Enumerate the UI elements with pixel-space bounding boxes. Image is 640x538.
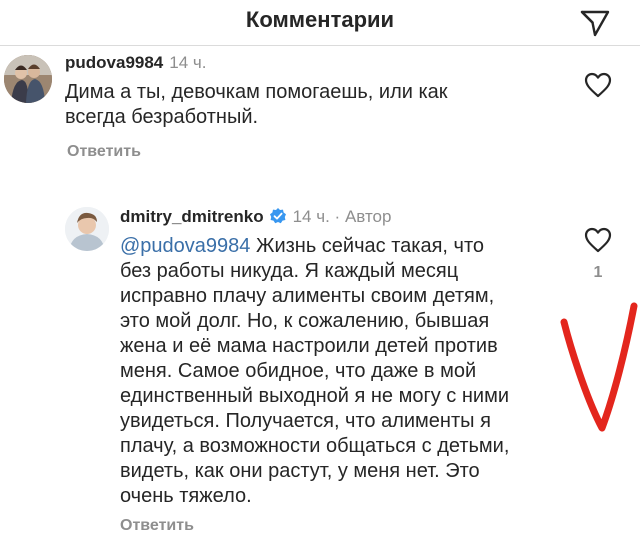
red-checkmark-annotation — [560, 302, 638, 432]
verified-badge-icon — [269, 208, 286, 224]
separator-dot: · — [334, 207, 341, 226]
comment-line: жена и её мама настроили детей против — [120, 335, 498, 357]
comment-line: видеть, как они растут, у меня нет. Это — [120, 460, 480, 482]
comment-line: плачу, а возможности общаться с детьми, — [120, 435, 510, 457]
avatar[interactable] — [65, 207, 109, 251]
heart-outline-icon[interactable] — [584, 227, 612, 253]
avatar[interactable] — [4, 55, 52, 103]
reply-button[interactable]: Ответить — [67, 143, 141, 161]
comments-header: Комментарии — [0, 0, 640, 46]
comment-line: Дима а ты, девочкам помогаешь, или как — [65, 81, 448, 103]
comment-line: Жизнь сейчас такая, что — [250, 235, 484, 257]
comment-text: @pudova9984 Жизнь сейчас такая, что без … — [120, 234, 509, 509]
mention-link[interactable]: @pudova9984 — [120, 235, 250, 257]
comment-line: без работы никуда. Я каждый месяц — [120, 260, 459, 282]
page-title: Комментарии — [245, 7, 395, 32]
reply-button[interactable]: Ответить — [120, 517, 194, 535]
comment-line: увидеться. Получается, что алименты я — [120, 410, 491, 432]
comment-line: очень тяжело. — [120, 485, 252, 507]
comment-line: единственный выходной я не могу с ними — [120, 385, 510, 407]
comment-line: исправно плачу алименты своим детям, — [120, 285, 495, 307]
timestamp: 14 ч. — [169, 53, 207, 72]
author-label: Автор — [344, 207, 392, 226]
comment-meta: dmitry_dmitrenko 14 ч. · Автор — [120, 207, 391, 227]
comment-text: Дима а ты, девочкам помогаешь, или как в… — [65, 80, 448, 130]
username[interactable]: pudova9984 — [65, 53, 163, 72]
comment-meta: pudova9984 14 ч. — [65, 53, 206, 73]
heart-outline-icon[interactable] — [584, 72, 612, 98]
like-count: 1 — [593, 264, 603, 281]
paper-plane-icon[interactable] — [580, 9, 610, 37]
timestamp: 14 ч. — [292, 207, 330, 226]
username[interactable]: dmitry_dmitrenko — [120, 207, 264, 226]
comment-line: всегда безработный. — [65, 106, 259, 128]
comment-line: это мой долг. Но, к сожалению, бывшая — [120, 310, 490, 332]
comment-line: меня. Самое обидное, что даже в мой — [120, 360, 477, 382]
